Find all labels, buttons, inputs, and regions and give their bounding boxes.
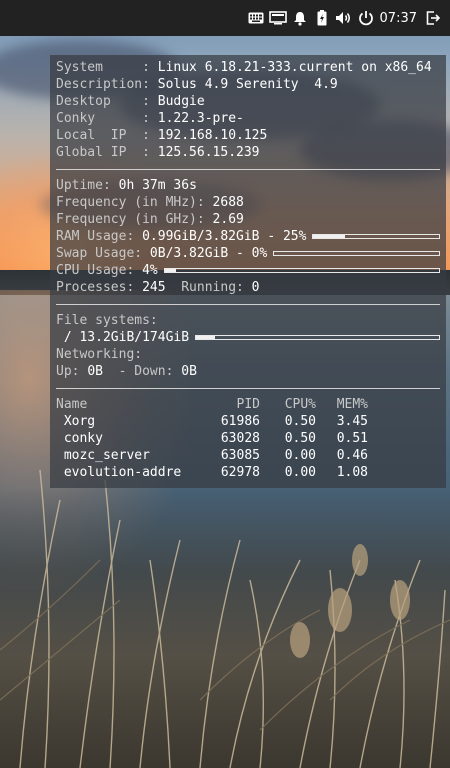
top-panel: 07:37 (0, 0, 450, 36)
freq-ghz-value: 2.69 (212, 212, 244, 227)
process-pid: 63028 (220, 431, 260, 446)
conky-version-row: Conky : 1.22.3-pre- (56, 110, 440, 127)
process-row: Xorg 61986 0.50 3.45 (56, 413, 440, 430)
running-label: Running: (165, 280, 252, 295)
download-value: 0B (181, 364, 197, 379)
filesystems-label: File systems: (56, 313, 158, 328)
uptime-value: 0h 37m 36s (118, 178, 197, 193)
networking-heading-row: Networking: (56, 346, 440, 363)
global-ip-value: 125.56.15.239 (157, 145, 260, 160)
swap-value: 0B/3.82GiB - 0% (149, 246, 268, 261)
divider (56, 304, 440, 305)
ram-row: RAM Usage: 0.99GiB/3.82GiB - 25% (56, 228, 440, 245)
process-cpu: 0.50 (284, 431, 316, 446)
filesystems-heading-row: File systems: (56, 312, 440, 329)
conky-widget: System : Linux 6.18.21-333.current on x8… (50, 55, 446, 488)
column-header-pid: PID (236, 397, 260, 412)
process-mem: 0.46 (336, 448, 368, 463)
swap-label: Swap Usage: (56, 246, 150, 261)
uptime-row: Uptime: 0h 37m 36s (56, 177, 440, 194)
freq-mhz-value: 2688 (212, 195, 244, 210)
local-ip-row: Local IP : 192.168.10.125 (56, 127, 440, 144)
ram-usage-bar (312, 234, 440, 239)
global-ip-label: Global IP : (56, 145, 158, 160)
cpu-row: CPU Usage: 4% (56, 262, 440, 279)
process-pid: 62978 (220, 465, 260, 480)
desktop-value: Budgie (157, 94, 205, 109)
ram-label: RAM Usage: (56, 229, 143, 244)
description-row: Description: Solus 4.9 Serenity 4.9 (56, 76, 440, 93)
process-name: mozc_server (56, 448, 150, 463)
column-header-cpu: CPU% (284, 397, 316, 412)
running-value: 0 (251, 280, 260, 295)
logout-icon[interactable] (422, 7, 444, 29)
filesystem-root-bar (195, 335, 440, 340)
cpu-usage-bar (163, 268, 440, 273)
desktop-label: Desktop : (56, 94, 158, 109)
system-label: System : (56, 60, 158, 75)
process-cpu: 0.00 (284, 448, 316, 463)
volume-icon[interactable] (333, 7, 355, 29)
swap-row: Swap Usage: 0B/3.82GiB - 0% (56, 245, 440, 262)
freq-mhz-label: Frequency (in MHz): (56, 195, 213, 210)
uptime-label: Uptime: (56, 178, 119, 193)
divider (56, 169, 440, 170)
process-table-header: Name PID CPU% MEM% (56, 396, 440, 413)
process-row: mozc_server 63085 0.00 0.46 (56, 447, 440, 464)
process-name: conky (56, 431, 103, 446)
system-value: Linux 6.18.21-333.current on x86_64 (157, 60, 432, 75)
battery-icon[interactable] (311, 7, 333, 29)
process-mem: 3.45 (336, 414, 368, 429)
process-name: evolution-addre (56, 465, 182, 480)
filesystem-root-bar-fill (196, 336, 215, 339)
global-ip-row: Global IP : 125.56.15.239 (56, 144, 440, 161)
cpu-usage-bar-fill (164, 269, 176, 272)
clock[interactable]: 07:37 (377, 11, 422, 26)
ram-value: 0.99GiB/3.82GiB - 25% (142, 229, 307, 244)
local-ip-label: Local IP : (56, 128, 158, 143)
processes-value: 245 (142, 280, 166, 295)
local-ip-value: 192.168.10.125 (157, 128, 268, 143)
conky-version-value: 1.22.3-pre- (157, 111, 244, 126)
freq-mhz-row: Frequency (in MHz): 2688 (56, 194, 440, 211)
column-header-mem: MEM% (336, 397, 368, 412)
process-mem: 1.08 (336, 465, 368, 480)
description-value: Solus 4.9 Serenity 4.9 (157, 77, 338, 92)
display-icon[interactable] (267, 7, 289, 29)
process-row: conky 63028 0.50 0.51 (56, 430, 440, 447)
networking-label: Networking: (56, 347, 143, 362)
power-icon[interactable] (355, 7, 377, 29)
process-row: evolution-addre 62978 0.00 1.08 (56, 464, 440, 481)
processes-label: Processes: (56, 280, 143, 295)
ram-usage-bar-fill (313, 235, 345, 238)
process-mem: 0.51 (336, 431, 368, 446)
process-cpu: 0.50 (284, 414, 316, 429)
upload-value: 0B (87, 364, 103, 379)
column-header-name: Name (56, 397, 88, 412)
process-cpu: 0.00 (284, 465, 316, 480)
description-label: Description: (56, 77, 158, 92)
network-traffic-row: Up: 0B - Down: 0B (56, 363, 440, 380)
keyboard-icon[interactable] (245, 7, 267, 29)
bell-icon[interactable] (289, 7, 311, 29)
divider (56, 388, 440, 389)
conky-version-label: Conky : (56, 111, 158, 126)
freq-ghz-label: Frequency (in GHz): (56, 212, 213, 227)
cpu-label: CPU Usage: (56, 263, 143, 278)
processes-row: Processes: 245 Running: 0 (56, 279, 440, 296)
desktop-row: Desktop : Budgie (56, 93, 440, 110)
process-pid: 61986 (220, 414, 260, 429)
freq-ghz-row: Frequency (in GHz): 2.69 (56, 211, 440, 228)
filesystem-root-value: / 13.2GiB/174GiB (56, 330, 190, 345)
swap-usage-bar (273, 251, 440, 256)
cpu-value: 4% (142, 263, 158, 278)
process-name: Xorg (56, 414, 96, 429)
system-row: System : Linux 6.18.21-333.current on x8… (56, 59, 440, 76)
download-label: - Down: (102, 364, 182, 379)
upload-label: Up: (56, 364, 88, 379)
process-pid: 63085 (220, 448, 260, 463)
filesystem-root-row: / 13.2GiB/174GiB (56, 329, 440, 346)
